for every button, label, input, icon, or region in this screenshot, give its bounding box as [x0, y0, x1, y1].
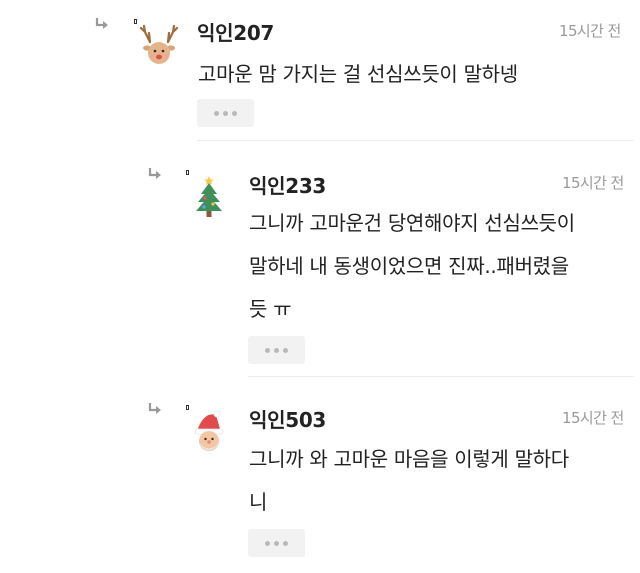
comment-body-line: 말하네 내 동생이었으면 진짜..패버렸을 [249, 254, 569, 278]
reply-arrow-icon [148, 168, 161, 179]
comment-nickname[interactable]: 익인503 [249, 404, 326, 433]
dot-icon [232, 110, 237, 116]
dot-icon [283, 540, 288, 546]
dot-icon [283, 347, 288, 353]
reindeer-icon [139, 24, 179, 64]
dot-icon [265, 347, 270, 353]
reply-arrow-icon [148, 403, 161, 414]
comment-body-line: 고마운 맘 가지는 걸 선심쓰듯이 말하넹 [198, 62, 518, 86]
santa-icon [194, 410, 224, 451]
comment-nickname[interactable]: 익인207 [197, 17, 274, 46]
christmas-tree-icon [196, 176, 222, 217]
comment-divider [248, 376, 634, 377]
dot-icon [265, 540, 270, 546]
comment-thread: 익인207 15시간 전 고마운 맘 가지는 걸 선심쓰듯이 말하넹 익인233… [0, 0, 640, 573]
reply-arrow-icon [95, 18, 108, 29]
comment-body-line: 듯 ㅠ [249, 297, 292, 321]
comment-divider [197, 140, 634, 141]
more-options-button[interactable] [248, 529, 305, 557]
comment-body-line: 그니까 와 고마운 마음을 이렇게 말하다 [249, 447, 569, 471]
dot-icon [223, 110, 228, 116]
comment-body-line: 그니까 고마운건 당연해야지 선심쓰듯이 [249, 211, 575, 235]
comment-timestamp: 15시간 전 [562, 409, 624, 427]
comment-timestamp: 15시간 전 [559, 22, 621, 40]
more-options-button[interactable] [248, 336, 305, 364]
more-options-button[interactable] [197, 99, 254, 127]
comment-timestamp: 15시간 전 [562, 174, 624, 192]
dot-icon [274, 540, 279, 546]
dot-icon [274, 347, 279, 353]
comment-body-line: 니 [249, 490, 268, 514]
comment-nickname[interactable]: 익인233 [249, 170, 326, 199]
dot-icon [214, 110, 219, 116]
